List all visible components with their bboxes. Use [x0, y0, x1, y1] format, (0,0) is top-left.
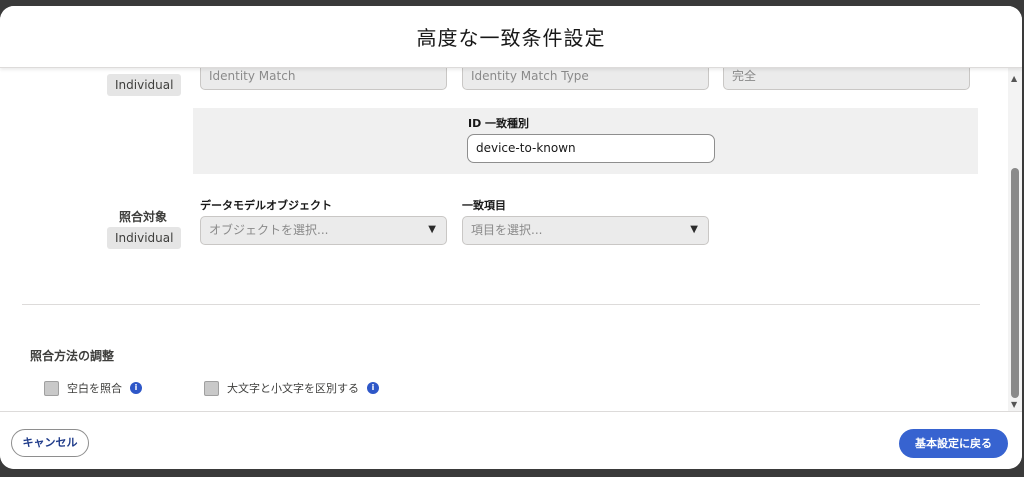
- match-blank-label: 空白を照合: [67, 382, 122, 395]
- chevron-down-icon: ▼: [690, 224, 698, 235]
- id-match-type-input[interactable]: device-to-known: [467, 134, 715, 163]
- cancel-button[interactable]: キャンセル: [11, 429, 89, 457]
- dmo-select[interactable]: オブジェクトを選択... ▼: [200, 216, 447, 245]
- dmo-select-placeholder: オブジェクトを選択...: [209, 223, 329, 237]
- advanced-match-modal: 高度な一致条件設定 Individual Identity Match Iden…: [0, 6, 1022, 469]
- dmo-label: データモデルオブジェクト: [200, 199, 332, 212]
- id-match-type-label: ID 一致種別: [468, 117, 530, 130]
- match-type-value-field[interactable]: 完全: [723, 68, 970, 90]
- scroll-down-icon[interactable]: ▼: [1011, 400, 1017, 409]
- match-field-select-placeholder: 項目を選択...: [471, 223, 543, 237]
- modal-header: 高度な一致条件設定: [0, 6, 1022, 68]
- info-icon[interactable]: i: [367, 382, 379, 394]
- section-divider: [22, 304, 980, 305]
- match-blank-option[interactable]: 空白を照合 i: [44, 380, 142, 396]
- modal-footer: キャンセル 基本設定に戻る: [0, 411, 1022, 469]
- match-target-label: 照合対象: [119, 210, 168, 224]
- match-field-label: 一致項目: [462, 199, 506, 212]
- modal-body: Individual Identity Match Identity Match…: [0, 68, 1008, 411]
- info-icon[interactable]: i: [130, 382, 142, 394]
- case-sensitive-checkbox[interactable]: [204, 380, 219, 396]
- identity-match-field[interactable]: Identity Match: [200, 68, 447, 90]
- case-sensitive-label: 大文字と小文字を区別する: [227, 382, 359, 395]
- individual-pill: Individual: [107, 227, 182, 249]
- match-blank-checkbox[interactable]: [44, 380, 59, 396]
- modal-title: 高度な一致条件設定: [416, 26, 606, 50]
- chevron-down-icon: ▼: [428, 224, 436, 235]
- match-field-select[interactable]: 項目を選択... ▼: [462, 216, 709, 245]
- back-to-basic-settings-button[interactable]: 基本設定に戻る: [899, 429, 1008, 458]
- adjust-section-title: 照合方法の調整: [30, 349, 115, 363]
- vertical-scrollbar[interactable]: ▲ ▼: [1008, 68, 1022, 411]
- scrollbar-thumb[interactable]: [1011, 168, 1019, 398]
- individual-pill-top: Individual: [107, 74, 182, 96]
- case-sensitive-option[interactable]: 大文字と小文字を区別する i: [204, 380, 379, 396]
- identity-match-type-field[interactable]: Identity Match Type: [462, 68, 709, 90]
- scroll-up-icon[interactable]: ▲: [1011, 74, 1017, 83]
